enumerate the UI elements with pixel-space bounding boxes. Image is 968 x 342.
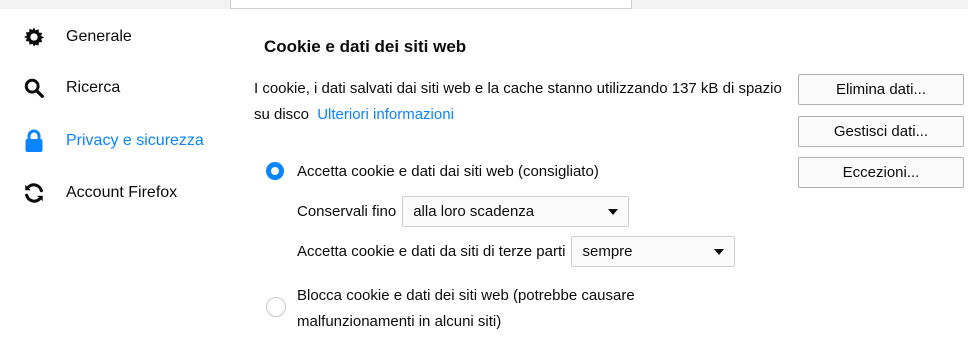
top-field xyxy=(230,0,632,9)
keep-until-value: alla loro scadenza xyxy=(413,203,535,220)
accept-cookies-option[interactable]: Accetta cookie e dati dai siti web (cons… xyxy=(266,162,599,180)
sidebar-item-label: Account Firefox xyxy=(66,184,178,201)
third-party-select[interactable]: sempre xyxy=(571,236,736,267)
chevron-down-icon xyxy=(608,209,619,215)
third-party-row: Accetta cookie e dati da siti di terze p… xyxy=(297,236,736,267)
keep-until-select[interactable]: alla loro scadenza xyxy=(402,196,630,227)
sidebar-item-label: Ricerca xyxy=(66,79,121,96)
learn-more-link[interactable]: Ulteriori informazioni xyxy=(317,106,454,123)
manage-data-button[interactable]: Gestisci dati... xyxy=(798,116,964,147)
third-party-value: sempre xyxy=(582,243,633,260)
keep-until-row: Conservali fino alla loro scadenza xyxy=(297,196,630,227)
block-cookies-label[interactable]: Blocca cookie e dati dei siti web (potre… xyxy=(297,283,687,335)
clear-data-button[interactable]: Elimina dati... xyxy=(798,74,964,105)
sidebar-item-general[interactable]: Generale xyxy=(22,22,227,52)
exceptions-button[interactable]: Eccezioni... xyxy=(798,157,964,188)
sidebar-item-privacy[interactable]: Privacy e sicurezza xyxy=(22,126,227,156)
sidebar-item-account[interactable]: Account Firefox xyxy=(22,178,227,208)
sidebar-item-label: Generale xyxy=(66,28,132,45)
keep-until-label: Conservali fino xyxy=(297,203,397,220)
storage-description: I cookie, i dati salvati dai siti web e … xyxy=(254,76,784,128)
accept-cookies-label: Accetta cookie e dati dai siti web (cons… xyxy=(297,162,599,180)
sidebar: Generale Ricerca Privacy e sicurezza Acc… xyxy=(0,0,240,342)
lock-icon xyxy=(22,129,46,153)
chevron-down-icon xyxy=(714,249,725,255)
third-party-label: Accetta cookie e dati da siti di terze p… xyxy=(297,243,566,260)
sync-icon xyxy=(22,181,46,205)
block-cookies-radio[interactable] xyxy=(266,297,286,317)
sidebar-item-label: Privacy e sicurezza xyxy=(66,132,204,149)
gear-icon xyxy=(22,25,46,49)
block-cookies-radio-wrap xyxy=(266,297,286,317)
accept-cookies-radio[interactable] xyxy=(266,162,284,180)
section-title: Cookie e dati dei siti web xyxy=(264,37,467,56)
sidebar-item-search[interactable]: Ricerca xyxy=(22,73,227,103)
search-icon xyxy=(22,76,46,100)
